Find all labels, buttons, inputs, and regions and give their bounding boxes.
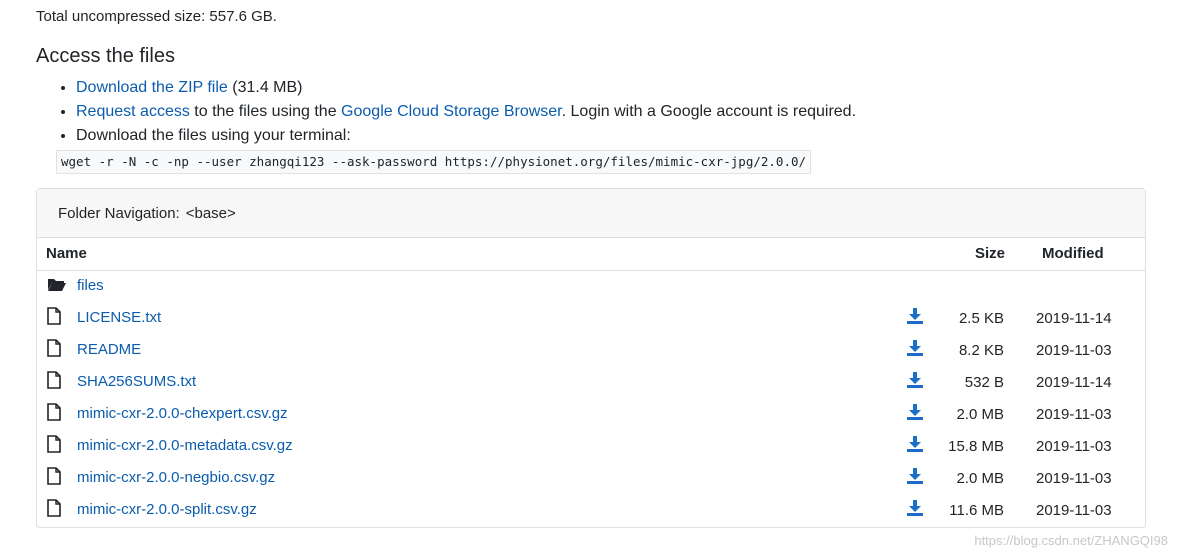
wget-command[interactable]: wget -r -N -c -np --user zhangqi123 --as… xyxy=(56,150,812,174)
folder-navigation-label: Folder Navigation: xyxy=(58,205,180,222)
terminal-text: Download the files using your terminal: xyxy=(76,127,351,144)
column-header-modified[interactable]: Modified xyxy=(1005,238,1145,271)
file-size: 2.0 MB xyxy=(956,469,1004,487)
file-modified: 2019-11-14 xyxy=(1036,309,1112,327)
download-icon[interactable] xyxy=(906,372,924,393)
file-name-cell: mimic-cxr-2.0.0-negbio.csv.gz xyxy=(37,462,895,494)
download-icon[interactable] xyxy=(906,468,924,489)
download-cell xyxy=(895,494,935,526)
download-cell xyxy=(895,302,935,334)
folder-row[interactable]: files xyxy=(37,270,1145,302)
request-mid-text: to the files using the xyxy=(189,103,342,120)
file-name-cell: mimic-cxr-2.0.0-metadata.csv.gz xyxy=(37,430,895,462)
file-row: mimic-cxr-2.0.0-negbio.csv.gz 2.0 MB 2019-… xyxy=(37,462,1145,494)
download-icon[interactable] xyxy=(906,308,924,329)
access-item-request: Request access to the files using the Go… xyxy=(76,100,856,124)
access-item-zip: Download the ZIP file (31.4 MB) xyxy=(76,76,856,100)
file-link[interactable]: README xyxy=(77,341,141,358)
watermark-text: https://blog.csdn.net/ZHANGQI98 xyxy=(974,533,1168,548)
file-link[interactable]: mimic-cxr-2.0.0-chexpert.csv.gz xyxy=(77,405,288,422)
zip-size-text: (31.4 MB) xyxy=(227,79,303,96)
access-item-terminal: Download the files using your terminal: … xyxy=(56,124,856,174)
empty-cell xyxy=(1005,270,1145,302)
file-modified: 2019-11-03 xyxy=(1036,405,1112,423)
folder-name-cell: files xyxy=(37,270,895,302)
file-name-cell: mimic-cxr-2.0.0-split.csv.gz xyxy=(37,494,895,526)
empty-cell xyxy=(935,270,1005,302)
file-modified: 2019-11-14 xyxy=(1036,373,1112,391)
file-modified: 2019-11-03 xyxy=(1036,341,1112,359)
download-icon[interactable] xyxy=(906,404,924,425)
file-size: 11.6 MB xyxy=(949,501,1004,519)
download-icon[interactable] xyxy=(906,500,924,521)
file-icon xyxy=(47,307,69,329)
files-table: Name Size Modified files LICENSE.txt 2.5 K… xyxy=(37,238,1145,526)
download-zip-link[interactable]: Download the ZIP file xyxy=(76,79,228,96)
column-header-size[interactable]: Size xyxy=(935,238,1005,271)
download-cell xyxy=(895,334,935,366)
file-row: mimic-cxr-2.0.0-split.csv.gz 11.6 MB 2019-… xyxy=(37,494,1145,526)
uncompressed-size-text: Total uncompressed size: 557.6 GB. xyxy=(36,8,277,25)
file-size: 2.0 MB xyxy=(956,405,1004,423)
file-modified: 2019-11-03 xyxy=(1036,437,1112,455)
access-files-heading: Access the files xyxy=(36,45,175,67)
file-row: mimic-cxr-2.0.0-chexpert.csv.gz 2.0 MB 201… xyxy=(37,398,1145,430)
table-header-row: Name Size Modified xyxy=(37,238,1145,271)
file-name-cell: LICENSE.txt xyxy=(37,302,895,334)
column-header-name[interactable]: Name xyxy=(37,238,895,271)
request-tail-text: . Login with a Google account is require… xyxy=(561,103,857,120)
file-size: 2.5 KB xyxy=(958,309,1004,327)
file-name-cell: mimic-cxr-2.0.0-chexpert.csv.gz xyxy=(37,398,895,430)
download-cell xyxy=(895,398,935,430)
file-icon xyxy=(47,435,69,457)
file-icon xyxy=(47,371,69,393)
file-size: 15.8 MB xyxy=(948,437,1004,455)
file-name-cell: SHA256SUMS.txt xyxy=(37,366,895,398)
file-browser-card: Folder Navigation: <base> Name Size Modif… xyxy=(36,188,1146,528)
file-row: LICENSE.txt 2.5 KB 2019-11-14 xyxy=(37,302,1145,334)
file-name-cell: README xyxy=(37,334,895,366)
file-icon xyxy=(47,499,69,521)
gcs-browser-link[interactable]: Google Cloud Storage Browser xyxy=(341,103,562,120)
access-list: Download the ZIP file (31.4 MB) Request … xyxy=(56,76,856,174)
file-row: SHA256SUMS.txt 532 B 2019-11-14 xyxy=(37,366,1145,398)
file-modified: 2019-11-03 xyxy=(1036,469,1112,487)
empty-cell xyxy=(895,270,935,302)
file-size: 532 B xyxy=(964,373,1004,391)
file-size: 8.2 KB xyxy=(958,341,1004,359)
file-icon xyxy=(47,467,69,489)
file-link[interactable]: mimic-cxr-2.0.0-negbio.csv.gz xyxy=(77,469,275,486)
file-icon xyxy=(47,403,69,425)
column-header-download xyxy=(895,238,935,271)
file-link[interactable]: mimic-cxr-2.0.0-metadata.csv.gz xyxy=(77,437,293,454)
file-link[interactable]: mimic-cxr-2.0.0-split.csv.gz xyxy=(77,501,257,518)
download-cell xyxy=(895,462,935,494)
download-cell xyxy=(895,366,935,398)
download-icon[interactable] xyxy=(906,340,924,361)
file-modified: 2019-11-03 xyxy=(1036,501,1112,519)
folder-navigation: Folder Navigation: <base> xyxy=(37,189,1145,238)
file-row: mimic-cxr-2.0.0-metadata.csv.gz 15.8 MB 20… xyxy=(37,430,1145,462)
download-icon[interactable] xyxy=(906,436,924,457)
file-link[interactable]: SHA256SUMS.txt xyxy=(77,373,196,390)
folder-link[interactable]: files xyxy=(77,277,104,294)
file-link[interactable]: LICENSE.txt xyxy=(77,309,161,326)
folder-navigation-path: <base> xyxy=(185,205,236,222)
download-cell xyxy=(895,430,935,462)
file-icon xyxy=(47,339,69,361)
request-access-link[interactable]: Request access xyxy=(76,103,190,120)
folder-open-icon xyxy=(47,276,69,296)
file-row: README 8.2 KB 2019-11-03 xyxy=(37,334,1145,366)
